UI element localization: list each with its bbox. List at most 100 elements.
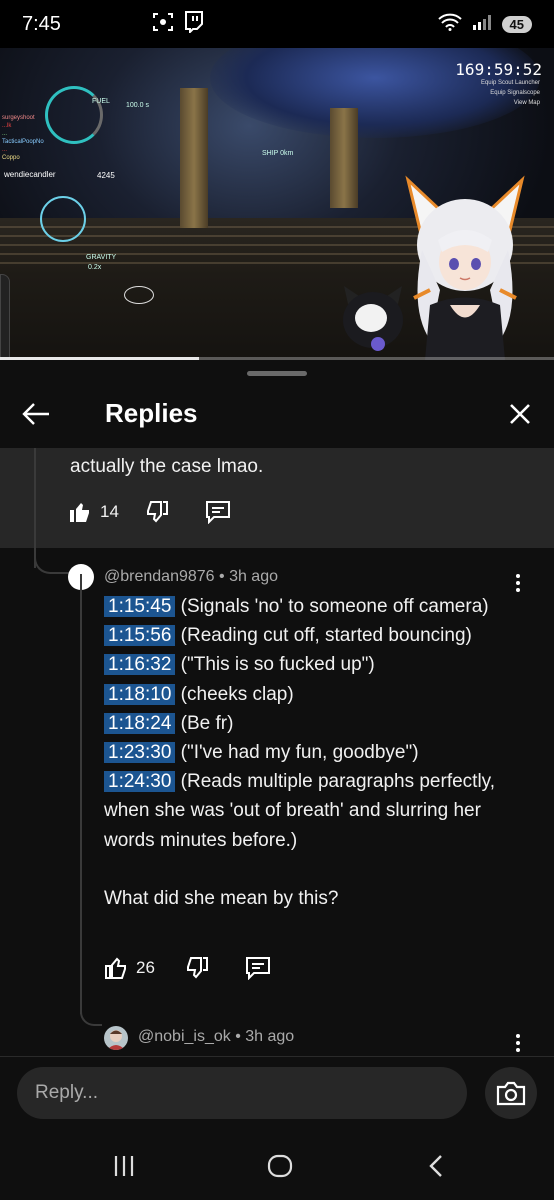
hud-menu: Equip Scout Launcher Equip Signalscope V… xyxy=(481,78,540,108)
hud-menu-item: View Map xyxy=(513,100,540,106)
timestamp-link[interactable]: 1:15:45 xyxy=(104,596,176,617)
sheet-header: Replies xyxy=(0,380,554,448)
dislike-button[interactable] xyxy=(145,500,169,524)
reply-line: 1:24:30 (Reads multiple paragraphs perfe… xyxy=(104,767,524,855)
more-dot xyxy=(516,574,520,578)
replies-sheet: Replies actually the case lmao. 14 @bren… xyxy=(0,360,554,1060)
killfeed-entry: ... xyxy=(2,147,8,153)
status-time: 7:45 xyxy=(22,12,61,35)
comment-icon xyxy=(245,957,270,980)
hud-fuel-gauge xyxy=(45,86,103,144)
killfeed-entry: TacticalPoopNo xyxy=(2,139,44,145)
reply-button[interactable] xyxy=(205,500,231,524)
timestamp-link[interactable]: 1:18:24 xyxy=(104,712,176,734)
status-system-icons: 45 xyxy=(437,13,532,36)
screenshot-icon xyxy=(152,12,174,37)
thumbs-up-filled-icon xyxy=(70,503,89,522)
hud-menu-item: Equip Scout Launcher xyxy=(480,80,540,86)
recents-button[interactable] xyxy=(104,1150,144,1182)
thread-line xyxy=(80,574,82,1014)
killfeed-entry: ... xyxy=(2,131,8,137)
camera-icon xyxy=(496,1081,526,1106)
hud-speed-label: 100.0 s xyxy=(126,102,149,109)
back-button[interactable] xyxy=(16,394,56,434)
timestamp-link[interactable]: 1:16:32 xyxy=(104,654,176,676)
chevron-left-icon xyxy=(429,1155,442,1177)
dislike-button[interactable] xyxy=(185,956,209,980)
comment-age: 3h ago xyxy=(245,1028,295,1045)
killfeed: surgeyshoot ...lk ... TacticalPoopNo ...… xyxy=(2,114,44,162)
mascot-image xyxy=(343,286,403,351)
reply-closing-text: What did she mean by this? xyxy=(104,887,339,909)
killfeed-entry: ...lk xyxy=(2,123,12,129)
hud-gravity-value: 0.2x xyxy=(88,264,102,271)
timestamp-link[interactable]: 1:15:56 xyxy=(104,625,176,647)
more-dot xyxy=(516,581,520,585)
reply-line-text: (Signals 'no' to someone off camera) xyxy=(175,596,489,617)
author-handle[interactable]: @nobi_is_ok xyxy=(138,1028,231,1045)
timestamp-link[interactable]: 1:23:30 xyxy=(104,742,176,764)
reply-composer xyxy=(0,1056,554,1132)
thumbs-down-icon xyxy=(146,501,168,523)
reply-line: 1:16:32 ("This is so fucked up") xyxy=(104,650,524,679)
status-bar: 7:45 45 xyxy=(0,0,554,48)
reply-line: 1:15:45 (Signals 'no' to someone off cam… xyxy=(104,592,524,621)
reply-line-text: (Be fr) xyxy=(175,712,234,734)
comment-icon xyxy=(205,501,230,524)
more-dot xyxy=(516,1048,520,1052)
arrow-left-icon xyxy=(22,403,49,425)
reply-line-text: (Reading cut off, started bouncing) xyxy=(175,625,472,647)
reply-line: 1:18:24 (Be fr) xyxy=(104,709,524,738)
camera-button[interactable] xyxy=(485,1067,537,1119)
video-scene-pillar xyxy=(180,88,208,228)
more-options-button[interactable] xyxy=(508,1030,528,1056)
home-icon xyxy=(267,1154,293,1178)
like-count: 14 xyxy=(100,502,119,521)
timestamp-link[interactable]: 1:18:10 xyxy=(104,683,176,705)
reply-button[interactable] xyxy=(245,956,271,980)
next-reply-comment: @nobi_is_ok • 3h ago xyxy=(0,1024,554,1060)
timestamp-link[interactable]: 1:24:30 xyxy=(104,771,176,793)
reply-line: 1:23:30 ("I've had my fun, goodbye") xyxy=(104,738,524,767)
sheet-title: Replies xyxy=(105,398,198,428)
side-panel-handle[interactable] xyxy=(0,274,10,360)
reply-line-text: (cheeks clap) xyxy=(175,683,294,705)
like-button[interactable]: 14 xyxy=(68,500,119,524)
signal-icon xyxy=(472,14,492,35)
more-dot xyxy=(516,1034,520,1038)
parent-action-row: 14 xyxy=(68,500,231,524)
reply-line: 1:18:10 (cheeks clap) xyxy=(104,680,524,709)
video-player[interactable]: 169:59:52 Equip Scout Launcher Equip Sig… xyxy=(0,48,554,360)
hud-fuel-label: FUEL xyxy=(92,98,110,105)
reply-action-row: 26 xyxy=(104,956,271,980)
avatar[interactable] xyxy=(104,1026,128,1050)
like-button[interactable]: 26 xyxy=(104,956,155,980)
killfeed-entry: Coppo xyxy=(2,155,20,161)
reply-line-text: ("This is so fucked up") xyxy=(175,654,375,676)
avatar-portrait-icon xyxy=(107,1030,125,1050)
sheet-drag-handle[interactable] xyxy=(247,371,307,376)
thread-connector xyxy=(34,550,70,574)
reply-input[interactable] xyxy=(17,1067,467,1119)
reply-body: 1:15:45 (Signals 'no' to someone off cam… xyxy=(104,592,524,913)
vtuber-avatar-image xyxy=(405,175,525,360)
reply-line-text: ("I've had my fun, goodbye") xyxy=(175,742,419,764)
more-dot xyxy=(516,1041,520,1045)
hud-scope-icon xyxy=(40,196,86,242)
hud-timer: 169:59:52 xyxy=(455,60,542,79)
video-scene-pillar xyxy=(330,108,358,208)
close-icon xyxy=(510,404,530,424)
wifi-icon xyxy=(437,13,462,36)
twitch-icon xyxy=(184,10,204,38)
meta-separator: • xyxy=(235,1028,246,1045)
author-handle[interactable]: @brendan9876 xyxy=(104,568,215,585)
battery-icon: 45 xyxy=(501,15,532,33)
recents-icon xyxy=(114,1156,134,1176)
player-score: 4245 xyxy=(97,171,115,180)
home-button[interactable] xyxy=(260,1150,300,1182)
crosshair-icon xyxy=(124,286,154,304)
player-name: wendiecandler xyxy=(4,170,56,179)
close-button[interactable] xyxy=(500,394,540,434)
thumbs-down-icon xyxy=(186,957,208,979)
back-nav-button[interactable] xyxy=(416,1150,456,1182)
